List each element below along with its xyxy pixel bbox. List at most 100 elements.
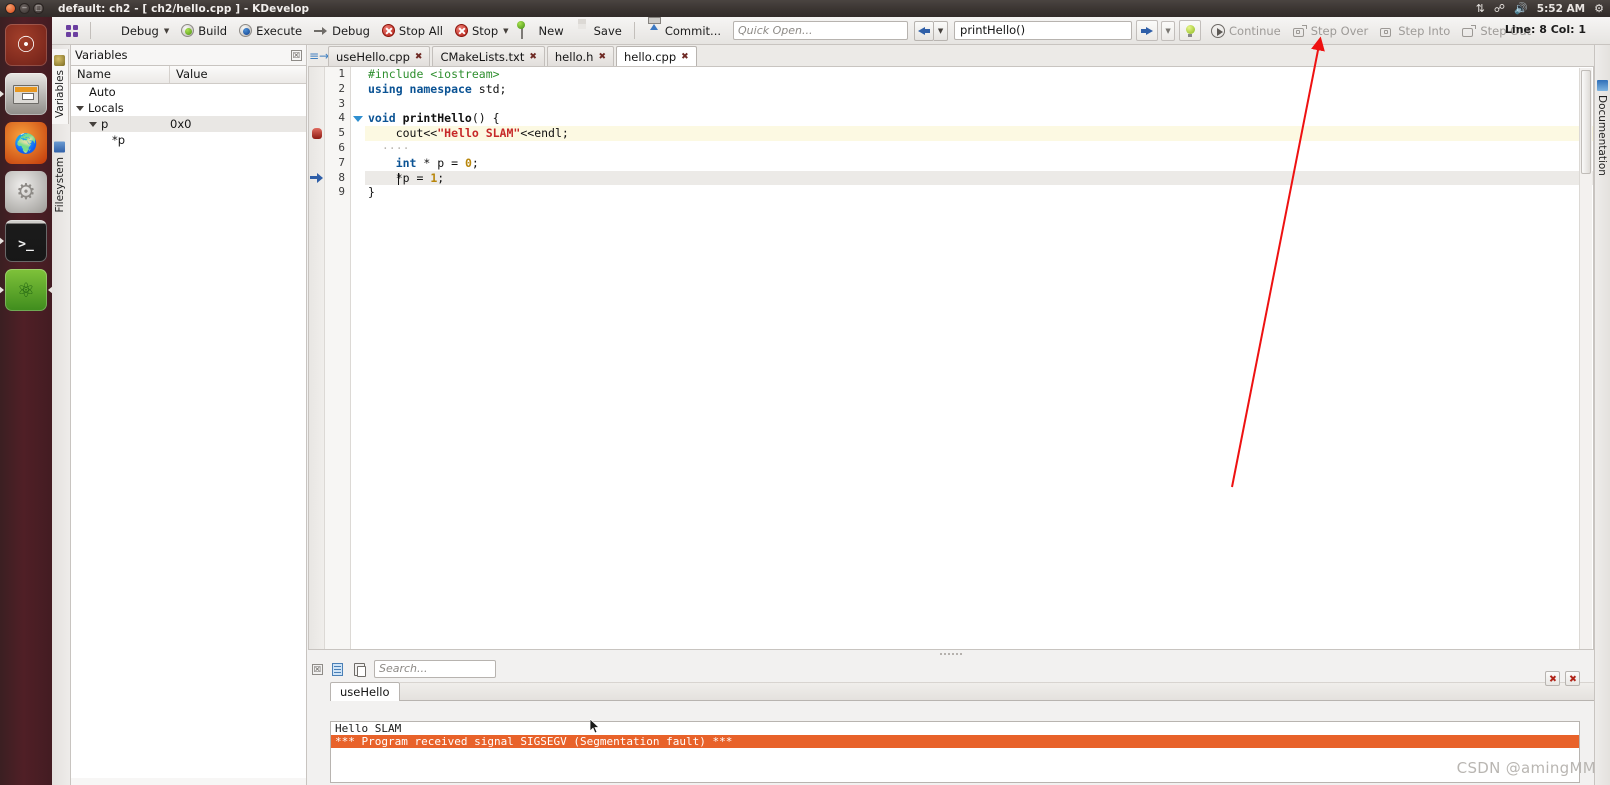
code-line[interactable]: ···· — [365, 141, 1593, 156]
code-text-area[interactable]: #include <iostream> using namespace std; … — [365, 67, 1593, 649]
close-icon[interactable]: ✖ — [529, 52, 537, 62]
navigate-back-dropdown[interactable]: ▼ — [934, 20, 949, 41]
variables-table: Name Value Auto Locals p 0x0 *p — [71, 65, 306, 778]
copy-icon[interactable] — [352, 662, 367, 677]
window-maximize-button[interactable]: □ — [33, 3, 44, 14]
save-button[interactable]: Save — [570, 19, 628, 43]
line-number-column: 123456789 — [325, 67, 351, 649]
console-error-line: *** Program received signal SIGSEGV (Seg… — [331, 735, 1579, 748]
build-button[interactable]: Build — [175, 19, 233, 43]
launcher-item-terminal[interactable]: >_ — [0, 220, 47, 262]
window-minimize-button[interactable]: − — [19, 3, 30, 14]
output-console[interactable]: Hello SLAM *** Program received signal SI… — [330, 721, 1580, 783]
code-token: using namespace — [368, 81, 479, 96]
tab-cmakelists-txt[interactable]: CMakeLists.txt ✖ — [432, 46, 545, 66]
code-line[interactable]: void printHello() { — [365, 111, 1593, 126]
editor-icon-border[interactable] — [309, 67, 325, 649]
sidebar-item-documentation[interactable]: Documentation — [1595, 75, 1609, 181]
scrollbar-thumb[interactable] — [1581, 70, 1591, 174]
sidebar-item-variables[interactable]: Variables — [52, 49, 69, 124]
close-icon[interactable]: ☒ — [312, 663, 323, 675]
code-folding-column[interactable] — [351, 67, 365, 649]
close-icon[interactable]: ✖ — [598, 52, 606, 62]
bluetooth-icon[interactable]: ☍ — [1494, 3, 1505, 14]
clock-label[interactable]: 5:52 AM — [1537, 3, 1585, 15]
new-button[interactable]: New — [515, 19, 570, 43]
continue-button[interactable]: Continue — [1205, 19, 1287, 43]
editor-vertical-scrollbar[interactable] — [1579, 68, 1592, 649]
volume-icon[interactable]: 🔊 — [1514, 3, 1528, 14]
close-icon[interactable]: ✖ — [681, 52, 689, 62]
column-header-name[interactable]: Name — [71, 66, 170, 83]
code-line[interactable]: #include <iostream> — [365, 67, 1593, 82]
chevron-down-icon[interactable]: ▼ — [503, 27, 508, 35]
window-close-button[interactable] — [5, 3, 16, 14]
debug-launch-button[interactable]: Debug ▼ — [97, 19, 175, 43]
close-other-views-button[interactable] — [1545, 671, 1560, 686]
navigate-back-button[interactable] — [914, 20, 935, 41]
commit-button[interactable]: Commit... — [641, 19, 727, 43]
launcher-item-files[interactable] — [0, 73, 47, 115]
tab-hello-cpp[interactable]: hello.cpp ✖ — [615, 46, 697, 66]
code-line[interactable]: using namespace std; — [365, 82, 1593, 97]
current-function-field[interactable]: printHello() — [954, 21, 1133, 40]
code-line[interactable]: *p = 1; — [365, 170, 1593, 186]
code-line[interactable]: int * p = 0; — [365, 156, 1593, 171]
tab-useHello-output[interactable]: useHello — [330, 682, 400, 701]
code-line[interactable]: cout<<"Hello SLAM"<<endl; — [365, 126, 1593, 141]
kdevelop-window: Debug ▼ Build Execute Debug Stop All Sto… — [52, 17, 1610, 785]
watermark-label: CSDN @amingMM — [1456, 759, 1596, 777]
context-actions-dropdown[interactable]: ▼ — [1161, 20, 1176, 41]
tab-hello-h[interactable]: hello.h ✖ — [546, 46, 614, 66]
text-caret — [398, 173, 399, 185]
editor-output-splitter[interactable] — [308, 650, 1594, 657]
stop-button[interactable]: Stop ▼ — [449, 19, 515, 43]
table-row[interactable]: Auto — [71, 84, 306, 100]
system-tray[interactable]: ⇅ ☍ 🔊 5:52 AM ⚙ — [1476, 3, 1610, 15]
editor-tabbar-menu-icon[interactable]: ≡→ — [309, 46, 329, 66]
launcher-item-kdevelop[interactable]: ⚛ — [0, 269, 53, 311]
network-icon[interactable]: ⇅ — [1476, 3, 1485, 14]
code-editor[interactable]: 123456789 #include <iostream> using names… — [308, 67, 1594, 650]
window-controls[interactable]: − □ — [0, 3, 44, 14]
close-icon[interactable]: ✖ — [415, 52, 423, 62]
quick-open-input[interactable]: Quick Open... — [733, 21, 909, 40]
table-row[interactable]: *p — [71, 132, 306, 148]
variables-table-body: Auto Locals p 0x0 *p — [71, 84, 306, 778]
page-title: Variables — [75, 48, 128, 62]
launcher-item-settings[interactable]: ⚙ — [5, 171, 47, 213]
fold-triangle-icon[interactable] — [353, 116, 363, 122]
execute-button[interactable]: Execute — [233, 19, 308, 43]
tab-useHello-cpp[interactable]: useHello.cpp ✖ — [328, 46, 431, 66]
code-line[interactable]: } — [365, 185, 1593, 200]
right-toolview-tabbar: Documentation — [1594, 45, 1610, 785]
breakpoint-icon[interactable] — [312, 128, 322, 139]
stop-icon — [454, 24, 468, 37]
expander-triangle-icon[interactable] — [89, 121, 97, 127]
launcher-item-firefox[interactable]: 🌍 — [5, 122, 47, 164]
jump-to-declaration-button[interactable] — [1136, 20, 1159, 41]
sessions-button[interactable] — [60, 19, 84, 43]
debug-button[interactable]: Debug — [308, 19, 376, 43]
table-row[interactable]: Locals — [71, 100, 306, 116]
column-header-value[interactable]: Value — [170, 66, 214, 83]
select-all-lines-icon[interactable] — [330, 662, 345, 677]
step-over-button[interactable]: Step Over — [1287, 19, 1375, 43]
code-hint-button[interactable] — [1179, 20, 1202, 41]
launcher-item-ubuntu-dash[interactable]: ☉ — [5, 24, 47, 66]
table-row[interactable]: p 0x0 — [71, 116, 306, 132]
step-over-label: Step Over — [1310, 23, 1369, 38]
close-icon[interactable]: ☒ — [291, 49, 302, 61]
power-icon[interactable]: ⚙ — [1594, 3, 1604, 14]
sidebar-item-filesystem[interactable]: Filesystem — [52, 136, 68, 219]
close-view-button[interactable] — [1565, 671, 1580, 686]
save-icon — [576, 24, 590, 38]
code-line[interactable] — [365, 97, 1593, 112]
expander-triangle-icon[interactable] — [76, 105, 84, 111]
chevron-down-icon[interactable]: ▼ — [164, 27, 169, 35]
step-into-button[interactable]: Step Into — [1374, 19, 1456, 43]
search-input[interactable]: Search... — [374, 660, 496, 678]
tab-label: CMakeLists.txt — [440, 49, 525, 64]
stop-all-button[interactable]: Stop All — [376, 19, 449, 43]
code-token: *p = — [368, 170, 431, 185]
